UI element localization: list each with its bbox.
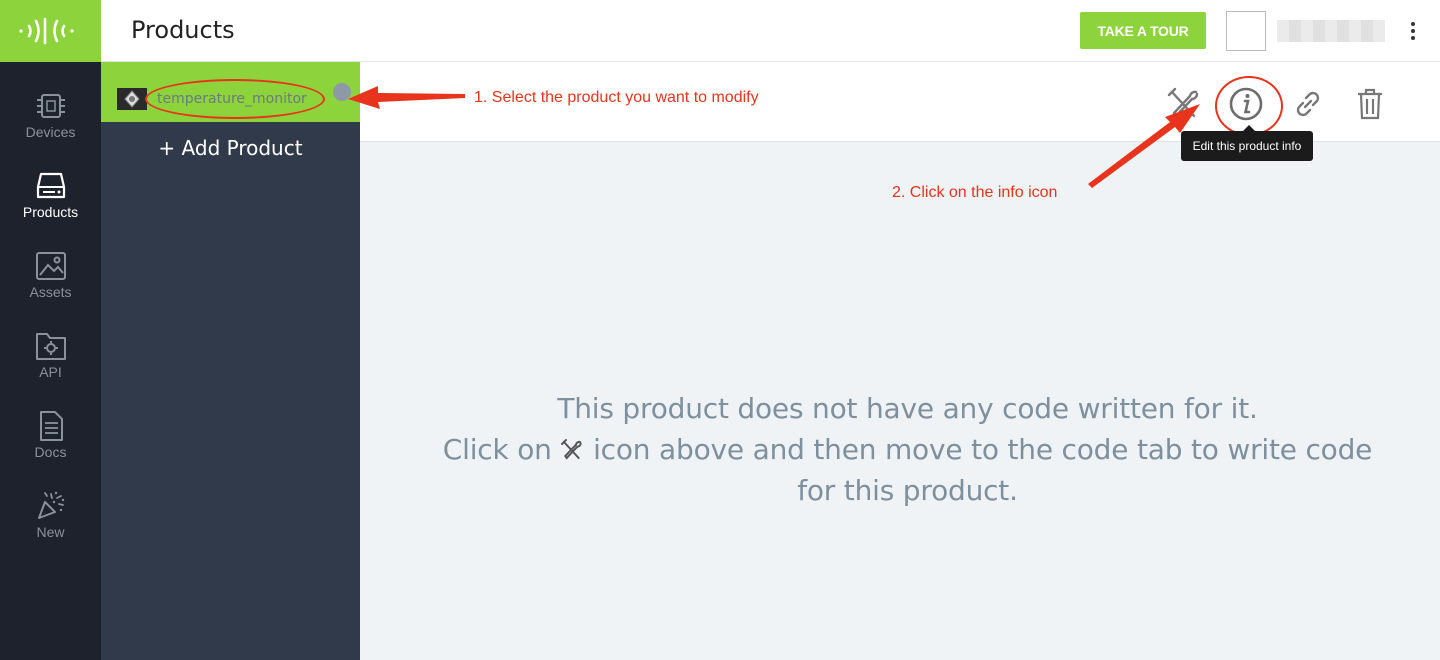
product-list-item[interactable]: temperature_monitor [101,62,360,122]
image-icon [35,252,66,280]
product-settings-icon[interactable] [333,83,351,101]
annotation-step1: 1. Select the product you want to modify [474,89,759,106]
wrench-screwdriver-icon[interactable] [1166,86,1202,122]
annotation-ellipse-product [145,79,325,119]
rail-label-devices: Devices [25,124,76,140]
rail-item-api[interactable]: API [0,330,101,400]
product-thumbnail [117,88,147,110]
wrench-screwdriver-icon [561,439,583,460]
link-icon[interactable] [1290,86,1326,122]
nav-rail: Devices Products Assets API Docs New [0,62,101,660]
drive-icon [36,172,65,199]
rail-label-new: New [36,524,65,540]
rail-item-new[interactable]: New [0,490,101,560]
logo-waves-icon [19,17,74,45]
page-title: Products [131,16,235,44]
top-bar: Products TAKE A TOUR [101,0,1440,62]
rail-item-products[interactable]: Products [0,170,101,240]
avatar[interactable] [1226,11,1266,51]
annotation-step2: 2. Click on the info icon [892,184,1058,201]
rail-label-docs: Docs [34,444,67,460]
tooltip-edit-product-info: Edit this product info [1181,125,1313,161]
kebab-menu-icon[interactable] [1407,20,1419,42]
chip-icon [36,94,65,118]
rail-label-products: Products [22,204,79,220]
folder-gear-icon [35,333,66,360]
confetti-icon [37,491,64,519]
document-icon [39,411,63,441]
rail-item-devices[interactable]: Devices [0,90,101,160]
take-a-tour-button[interactable]: TAKE A TOUR [1080,12,1206,49]
empty-line-2-prefix: Click on [442,433,552,466]
empty-line-1: This product does not have any code writ… [557,392,1258,425]
rail-label-assets: Assets [29,284,72,300]
rail-label-api: API [39,364,62,380]
user-name-blurred[interactable] [1277,20,1385,42]
rail-item-docs[interactable]: Docs [0,410,101,480]
trash-icon[interactable] [1352,86,1388,122]
app-logo[interactable] [0,0,101,62]
rail-item-assets[interactable]: Assets [0,250,101,320]
empty-line-3: for this product. [797,474,1018,507]
empty-state-message: This product does not have any code writ… [380,388,1435,511]
empty-line-2: Click on icon above and then move to the… [380,429,1435,470]
add-product-button[interactable]: + Add Product [101,136,360,160]
empty-line-2-suffix: icon above and then move to the code tab… [593,433,1373,466]
